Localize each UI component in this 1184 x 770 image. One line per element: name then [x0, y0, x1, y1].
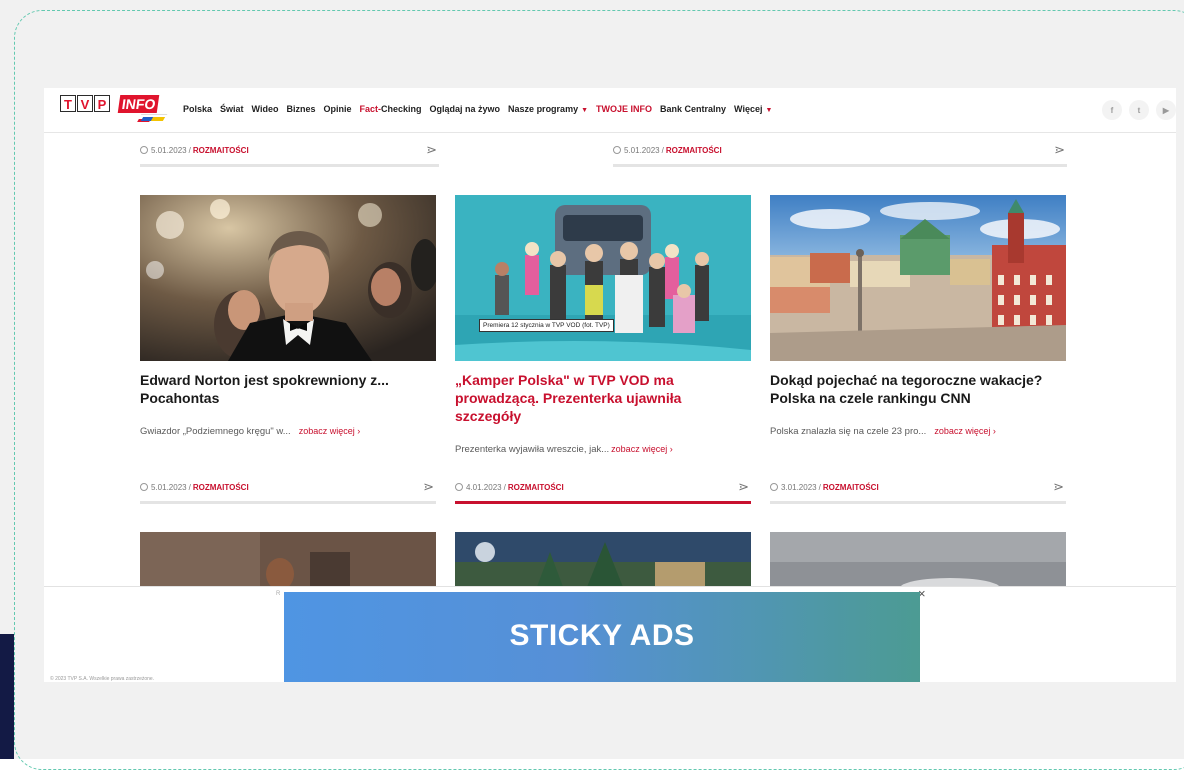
photo-group [455, 195, 751, 361]
logo-letter: P [94, 95, 110, 112]
clock-icon [140, 146, 148, 154]
nav-item-swiat[interactable]: Świat [220, 104, 244, 114]
photo-car [770, 532, 1066, 592]
clock-icon [770, 483, 778, 491]
lead-text: Gwiazdor „Podziemnego kręgu" w... [140, 426, 291, 437]
nav-label: Więcej [734, 104, 763, 114]
nav-fact-rest: Checking [381, 104, 422, 114]
youtube-icon[interactable]: ▶ [1156, 100, 1176, 120]
article-meta: 5.01.2023/ROZMAITOŚCI ⋗ [140, 142, 439, 167]
nav-item-fact-checking[interactable]: Fact-Checking [360, 104, 422, 114]
logo-letter: T [60, 95, 76, 112]
read-more-link[interactable]: zobacz więcej › [299, 426, 361, 436]
meta-category[interactable]: ROZMAITOŚCI [508, 483, 564, 492]
footer-text: © 2023 TVP S.A. Wszelkie prawa zastrzeżo… [50, 676, 155, 682]
article-title[interactable]: „Kamper Polska" w TVP VOD ma prowadzącą.… [455, 371, 745, 425]
photo-room [140, 532, 436, 592]
meta-date: 3.01.2023 [781, 483, 817, 492]
article-image-edward-norton[interactable] [140, 195, 436, 361]
meta-date: 5.01.2023 [624, 146, 660, 155]
meta-date: 4.01.2023 [466, 483, 502, 492]
article-title[interactable]: Dokąd pojechać na tegoroczne wakacje? Po… [770, 371, 1066, 407]
lead-text: Prezenterka wyjawiła wreszcie, jak... [455, 444, 610, 455]
meta-separator: / [188, 483, 191, 492]
nav-item-biznes[interactable]: Biznes [286, 104, 315, 114]
facebook-icon[interactable]: f [1102, 100, 1122, 120]
meta-separator: / [818, 483, 821, 492]
share-icon[interactable]: ⋗ [1054, 142, 1065, 158]
clock-icon [455, 483, 463, 491]
meta-separator: / [188, 146, 191, 155]
dark-corner [0, 634, 14, 759]
nav-label: Nasze programy [508, 104, 579, 114]
meta-date: 5.01.2023 [151, 146, 187, 155]
article-title[interactable]: Edward Norton jest spokrewniony z... Poc… [140, 371, 436, 407]
tvp-info-logo[interactable]: TVP INFO [60, 95, 168, 125]
logo-letter: V [77, 95, 93, 112]
share-icon[interactable]: ⋗ [1053, 479, 1064, 495]
logo-flag-yellow [150, 117, 166, 121]
meta-separator: / [661, 146, 664, 155]
twitter-icon[interactable]: t [1129, 100, 1149, 120]
nav-item-ogladaj[interactable]: Oglądaj na żywo [430, 104, 501, 114]
article-image-next-1[interactable] [140, 532, 436, 592]
social-links: f t ▶ [1102, 100, 1176, 120]
article-image-kamper-polska[interactable]: Premiera 12 stycznia w TVP VOD (fot. TVP… [455, 195, 751, 361]
article-meta: 4.01.2023/ROZMAITOŚCI ⋗ [455, 479, 751, 504]
nav-item-bank-centralny[interactable]: Bank Centralny [660, 104, 726, 114]
article-image-warsaw[interactable] [770, 195, 1066, 361]
caret-down-icon: ▼ [765, 107, 773, 114]
photo-portrait [140, 195, 436, 361]
caret-down-icon: ▼ [581, 107, 589, 114]
article-lead: Gwiazdor „Podziemnego kręgu" w... zobacz … [140, 426, 360, 437]
sticky-ad-label: STICKY ADS [509, 619, 695, 652]
article-image-next-3[interactable] [770, 532, 1066, 592]
meta-category[interactable]: ROZMAITOŚCI [823, 483, 879, 492]
article-meta: 3.01.2023/ROZMAITOŚCI ⋗ [770, 479, 1066, 504]
nav-item-wideo[interactable]: Wideo [252, 104, 279, 114]
meta-date: 5.01.2023 [151, 483, 187, 492]
article-lead: Prezenterka wyjawiła wreszcie, jak... zob… [455, 444, 673, 455]
nav-item-opinie[interactable]: Opinie [323, 104, 351, 114]
meta-category[interactable]: ROZMAITOŚCI [666, 146, 722, 155]
site-header: TVP INFO Polska Świat Wideo Biznes Opini… [44, 88, 1176, 133]
meta-category[interactable]: ROZMAITOŚCI [193, 146, 249, 155]
main-nav: Polska Świat Wideo Biznes Opinie Fact-Ch… [183, 104, 772, 114]
share-icon[interactable]: ⋗ [738, 479, 749, 495]
article-meta: 5.01.2023/ROZMAITOŚCI ⋗ [140, 479, 436, 504]
logo-info: INFO [117, 95, 160, 113]
lead-text: Polska znalazła się na czele 23 pro... [770, 426, 927, 437]
clock-icon [613, 146, 621, 154]
nav-fact-prefix: Fact- [359, 104, 382, 114]
clock-icon [140, 483, 148, 491]
ad-marker: R [276, 591, 281, 597]
share-icon[interactable]: ⋗ [426, 142, 437, 158]
nav-item-twoje-info[interactable]: TWOJE INFO [596, 104, 652, 114]
meta-separator: / [503, 483, 506, 492]
nav-item-polska[interactable]: Polska [183, 104, 212, 114]
article-lead: Polska znalazła się na czele 23 pro... zo… [770, 426, 996, 437]
nav-item-nasze-programy[interactable]: Nasze programy ▼ [508, 104, 588, 114]
meta-category[interactable]: ROZMAITOŚCI [193, 483, 249, 492]
article-meta: 5.01.2023/ROZMAITOŚCI ⋗ [613, 142, 1067, 167]
article-image-next-2[interactable] [455, 532, 751, 592]
photo-painting [455, 532, 751, 592]
nav-item-wiecej[interactable]: Więcej ▼ [734, 104, 772, 114]
share-icon[interactable]: ⋗ [423, 479, 434, 495]
read-more-link[interactable]: zobacz więcej › [934, 426, 996, 436]
image-caption: Premiera 12 stycznia w TVP VOD (fot. TVP… [479, 319, 614, 332]
photo-city [770, 195, 1066, 361]
sticky-ad-banner[interactable]: STICKY ADS [284, 592, 920, 682]
read-more-link[interactable]: zobacz więcej › [611, 444, 673, 454]
